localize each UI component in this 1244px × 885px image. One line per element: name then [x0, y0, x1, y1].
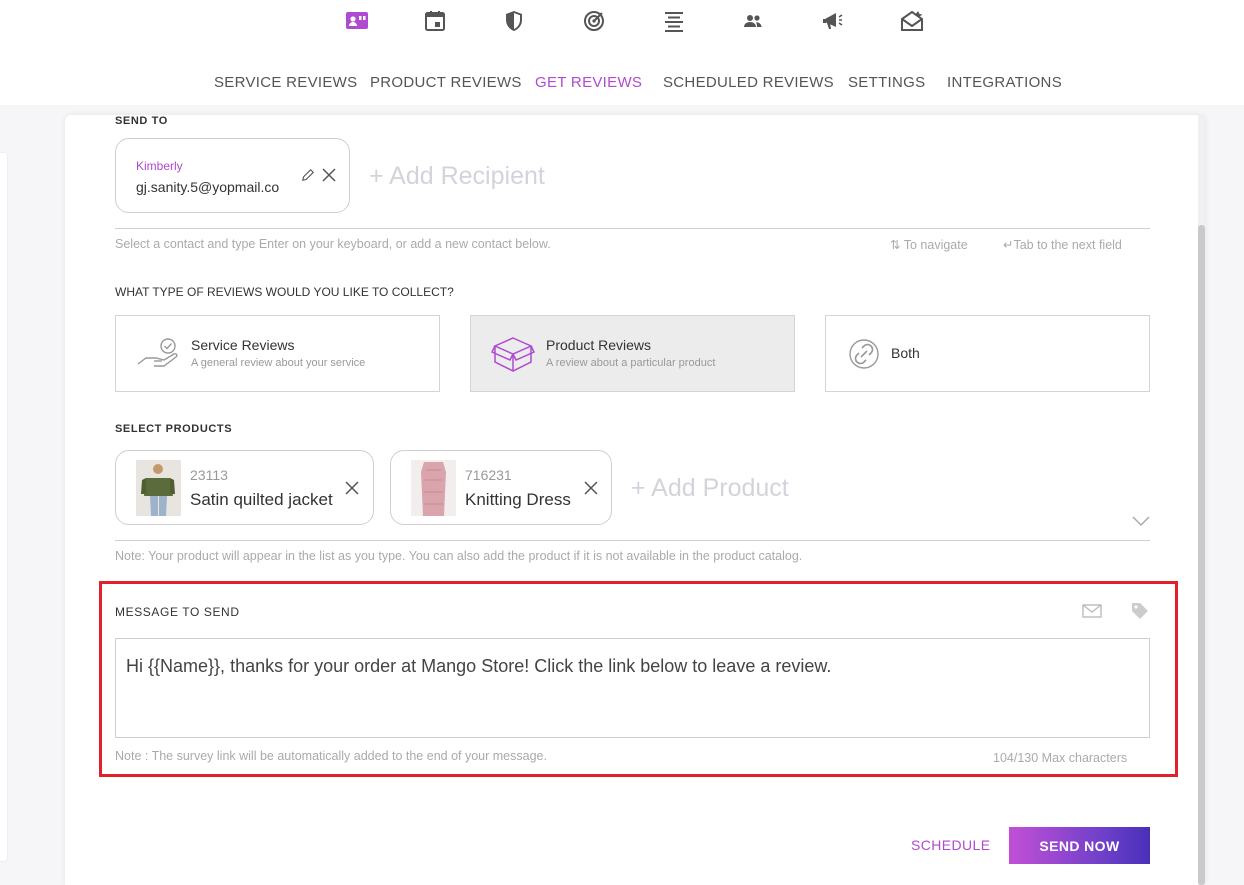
service-reviews-option[interactable]: Service Reviews A general review about y… [115, 315, 440, 392]
remove-product-close-icon[interactable] [344, 480, 360, 496]
product-chip[interactable]: 716231 Knitting Dress [390, 450, 612, 525]
tab-hint: ↵Tab to the next field [1003, 237, 1122, 252]
add-recipient-input[interactable]: + Add Recipient [369, 162, 545, 191]
calendar-icon[interactable] [421, 8, 449, 34]
people-icon[interactable] [739, 8, 767, 34]
product-reviews-option[interactable]: Product Reviews A review about a particu… [470, 315, 795, 392]
edit-pencil-icon[interactable] [301, 168, 315, 182]
character-counter: 104/130 Max characters [993, 751, 1128, 765]
recipient-chip[interactable]: Kimberly gj.sanity.5@yopmail.co [115, 138, 350, 213]
product-reviews-title: Product Reviews [546, 337, 652, 353]
navigate-hint-text: To navigate [903, 238, 968, 252]
product-name: Knitting Dress [465, 490, 571, 509]
scrollbar-thumb[interactable] [1198, 225, 1205, 885]
return-arrow-icon: ↵ [1003, 238, 1014, 252]
send-to-label: SEND TO [115, 115, 168, 127]
product-thumbnail-jacket [136, 460, 181, 516]
product-reviews-subtitle: A review about a particular product [546, 357, 716, 369]
remove-recipient-close-icon[interactable] [321, 167, 337, 183]
megaphone-icon[interactable] [819, 8, 847, 34]
product-sku: 23113 [190, 467, 228, 483]
scrollbar[interactable] [1198, 115, 1205, 885]
background-panel [0, 152, 8, 862]
recipient-name: Kimberly [136, 159, 183, 173]
up-down-arrows-icon: ⇅ [890, 238, 901, 252]
service-reviews-subtitle: A general review about your service [191, 357, 366, 369]
product-sku: 716231 [465, 467, 512, 483]
reviews-icon[interactable] [343, 8, 371, 34]
tab-service-reviews[interactable]: SERVICE REVIEWS [214, 74, 357, 91]
target-icon[interactable] [580, 8, 608, 34]
align-center-icon[interactable] [660, 8, 688, 34]
product-underline [115, 540, 1150, 541]
email-template-icon[interactable] [1082, 603, 1102, 619]
both-option[interactable]: Both [825, 315, 1150, 392]
tag-icon[interactable] [1130, 601, 1150, 621]
tab-integrations[interactable]: INTEGRATIONS [947, 74, 1062, 91]
select-products-label: SELECT PRODUCTS [115, 423, 233, 435]
recipient-email: gj.sanity.5@yopmail.co [136, 179, 280, 195]
open-mail-icon[interactable] [898, 8, 926, 34]
tab-product-reviews[interactable]: PRODUCT REVIEWS [370, 74, 522, 91]
message-note: Note : The survey link will be automatic… [115, 749, 547, 763]
schedule-button[interactable]: SCHEDULE [911, 837, 990, 853]
add-product-input[interactable]: + Add Product [631, 474, 789, 503]
main-tabs: SERVICE REVIEWS PRODUCT REVIEWS GET REVI… [0, 74, 1244, 94]
tab-hint-text: Tab to the next field [1013, 238, 1122, 252]
product-thumbnail-dress [411, 460, 456, 516]
review-type-question: WHAT TYPE OF REVIEWS WOULD YOU LIKE TO C… [115, 285, 454, 299]
chevron-down-icon[interactable] [1132, 514, 1150, 527]
tab-scheduled-reviews[interactable]: SCHEDULED REVIEWS [663, 74, 834, 91]
recipient-hint: Select a contact and type Enter on your … [115, 237, 551, 251]
service-reviews-title: Service Reviews [191, 337, 295, 353]
send-now-button[interactable]: SEND NOW [1009, 827, 1150, 864]
shield-icon[interactable] [500, 8, 528, 34]
hand-check-icon [136, 334, 180, 374]
recipient-underline [115, 228, 1150, 229]
both-title: Both [891, 345, 920, 361]
top-icon-bar [0, 8, 1244, 36]
link-icon [848, 338, 880, 370]
tab-get-reviews[interactable]: GET REVIEWS [535, 74, 642, 91]
tab-settings[interactable]: SETTINGS [848, 74, 925, 91]
navigate-hint: ⇅ To navigate [890, 237, 968, 252]
product-chip[interactable]: 23113 Satin quilted jacket [115, 450, 374, 525]
product-name: Satin quilted jacket [190, 490, 333, 509]
box-icon [490, 334, 536, 374]
message-textarea[interactable]: Hi {{Name}}, thanks for your order at Ma… [115, 638, 1150, 738]
message-label: MESSAGE TO SEND [115, 605, 240, 619]
remove-product-close-icon[interactable] [583, 480, 599, 496]
product-note: Note: Your product will appear in the li… [115, 549, 803, 563]
